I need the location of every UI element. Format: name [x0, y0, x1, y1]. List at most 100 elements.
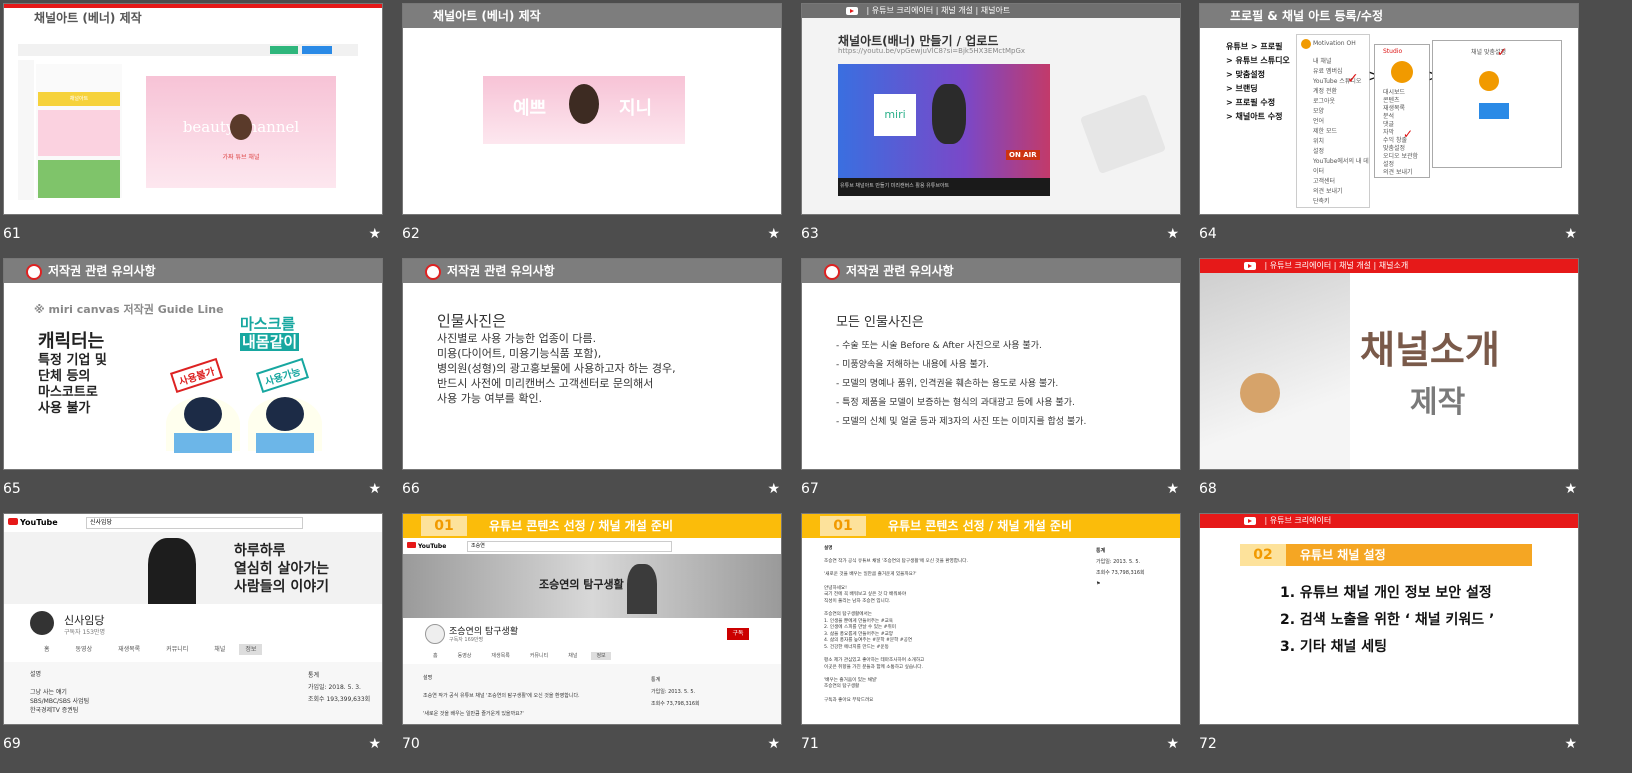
star-icon[interactable]: ★ — [1564, 226, 1577, 242]
subscriber-count: 구독자 169만명 — [449, 637, 484, 643]
star-icon[interactable]: ★ — [767, 736, 780, 752]
slide-number: 63 — [801, 226, 819, 242]
account-menu: Motivation OH 내 채널 유료 멤버십 YouTube 스튜디오 계정 전… — [1296, 34, 1370, 208]
slide-number: 61 — [3, 226, 21, 242]
slide-thumb-62[interactable]: 채널아트 (베너) 제작 예쁘 지니 62 ★ — [402, 3, 782, 243]
star-icon[interactable]: ★ — [1564, 736, 1577, 752]
slide-title: 저작권 관련 유의사항 — [846, 264, 954, 278]
slide-thumb-71[interactable]: 01 유튜브 콘텐츠 선정 / 채널 개설 준비 설명 조승연 작가 공식 유튜브… — [801, 513, 1181, 753]
title-bar: 저작권 관련 유의사항 — [4, 259, 382, 283]
template-panel: 채널아트 — [36, 64, 122, 198]
body-text: 인물사진은 사진별로 사용 가능한 업종이 다름. 미용(다이어트, 미용기능식… — [437, 312, 676, 405]
slide-title: 채널아트 (베너) 제작 — [403, 4, 781, 28]
studio-panel: Studio 대시보드 콘텐츠 재생목록 분석 댓글 자막 수익 창출 맞춤설정 오디오 보관함… — [1374, 44, 1430, 178]
slide-number: 69 — [3, 736, 21, 752]
slide-title: 채널소개 — [1360, 328, 1500, 372]
slide-thumb-68[interactable]: | 유튜브 크리에이터 | 채널 개설 | 채널소개 채널소개 제작 68 ★ — [1199, 258, 1579, 498]
stamp-allowed: 사용가능 — [255, 357, 309, 394]
section-bar: 02 유튜브 채널 설정 — [1240, 544, 1532, 566]
steps-list: 유튜브 > 프로필 > 유튜브 스튜디오 > 맞춤설정 > 브랜딩 > 프로필 수정 > … — [1226, 42, 1290, 121]
star-icon[interactable]: ★ — [368, 226, 381, 242]
mask-title: 마스크를마스크를내몸같이 — [240, 315, 300, 351]
slide-thumb-64[interactable]: 프로필 & 채널 아트 등록/수정 유튜브 > 프로필 > 유튜브 스튜디오 > 맞… — [1199, 3, 1579, 243]
slide-number: 62 — [402, 226, 420, 242]
slide-number: 70 — [402, 736, 420, 752]
subscribe-button[interactable]: 구독 — [727, 628, 749, 640]
slide-number: 68 — [1199, 481, 1217, 497]
star-icon[interactable]: ★ — [368, 481, 381, 497]
star-icon[interactable]: ★ — [368, 736, 381, 752]
header-bar: | 유튜브 크리에이터 | 채널 개설 | 채널아트 — [802, 4, 1180, 18]
description: 설명 조승연 작가 공식 유튜브 채널 '조승연의 탐구생활'에 오신 것을 환… — [423, 675, 580, 717]
canvas-banner[interactable]: beauty channel 가짜 튜브 채널 — [146, 76, 336, 188]
character-right — [248, 397, 322, 453]
youtube-logo: YouTube — [8, 518, 58, 527]
slide-title: 채널아트 (베너) 제작 — [4, 8, 382, 28]
video-player[interactable]: miri ON AIR 유튜브 채널아트 만들기 미리캔버스 활용 유튜브아트 — [838, 64, 1050, 196]
channel-tabs[interactable]: 홈 동영상 재생목록 커뮤니티 채널 정보 — [433, 652, 611, 660]
star-icon[interactable]: ★ — [1166, 481, 1179, 497]
flag-icon[interactable]: ⚑ — [1096, 579, 1145, 590]
desk-photo — [1200, 273, 1350, 469]
slide-thumb-72[interactable]: | 유튜브 크리에이터 02 유튜브 채널 설정 1. 유튜브 채널 개인 정보… — [1199, 513, 1579, 753]
channel-tabs[interactable]: 홈 동영상 재생목록 커뮤니티 채널 정보 — [44, 644, 263, 655]
title-bar: 저작권 관련 유의사항 — [403, 259, 781, 283]
slide-thumb-66[interactable]: 저작권 관련 유의사항 인물사진은 사진별로 사용 가능한 업종이 다름. 미용… — [402, 258, 782, 498]
slide-number: 72 — [1199, 736, 1217, 752]
slide-thumb-69[interactable]: YouTube 신사임당 하루하루 열심히 살아가는 사람들의 이야기 신사임당 구… — [3, 513, 383, 753]
hand-stop-icon — [425, 263, 441, 280]
check-icon: ✓ — [1497, 45, 1508, 59]
check-icon: ✓ — [1347, 71, 1359, 87]
subscriber-count: 구독자 153만명 — [64, 629, 105, 636]
slide-thumb-61[interactable]: 채널아트 (베너) 제작 채널아트 beauty channel 가짜 튜브 채… — [3, 3, 383, 243]
slide-thumb-63[interactable]: | 유튜브 크리에이터 | 채널 개설 | 채널아트 채널아트(배너) 만들기 … — [801, 3, 1181, 243]
slide-title: 저작권 관련 유의사항 — [447, 264, 555, 278]
rule-list: - 수술 또는 시술 Before & After 사진으로 사용 불가. - … — [836, 341, 1087, 427]
search-input[interactable]: 신사임당 — [86, 517, 303, 529]
youtube-logo: YouTube — [407, 542, 446, 550]
section-bar: 01 유튜브 콘텐츠 선정 / 채널 개설 준비 — [802, 514, 1180, 538]
guide-line: ※ miri canvas 저작권 Guide Line — [34, 303, 224, 316]
keyboard-photo — [1079, 93, 1167, 175]
header-bar: | 유튜브 크리에이터 | 채널 개설 | 채널소개 — [1200, 259, 1578, 273]
video-url[interactable]: https://youtu.be/vpGewjuVlC8?si=Bjk5HX3E… — [838, 47, 1025, 55]
search-input[interactable]: 조승연 — [467, 541, 672, 552]
hand-stop-icon — [26, 263, 42, 280]
channel-name: 신사임당 — [64, 614, 105, 627]
slide-title: 프로필 & 채널 아트 등록/수정 — [1200, 4, 1578, 28]
stamp-not-allowed: 사용불가 — [169, 357, 223, 394]
description: 설명 조승연 작가 공식 유튜브 채널 '조승연의 탐구생활'에 오신 것을 환… — [824, 546, 968, 703]
check-icon: ✓ — [1403, 127, 1414, 141]
header-bar: | 유튜브 크리에이터 — [1200, 514, 1578, 528]
title-bar: 저작권 관련 유의사항 — [802, 259, 1180, 283]
slide-thumb-70[interactable]: 01 유튜브 콘텐츠 선정 / 채널 개설 준비 YouTube 조승연 조승연의… — [402, 513, 782, 753]
slide-number: 67 — [801, 481, 819, 497]
slide-number: 71 — [801, 736, 819, 752]
avatar[interactable] — [425, 624, 445, 644]
channel-stats: 통계 가입일: 2013. 5. 5. 조회수 73,798,316회 — [651, 677, 700, 707]
youtube-icon — [846, 6, 858, 15]
youtube-icon — [1244, 261, 1256, 270]
channel-banner: 조승연의 탐구생활 — [403, 554, 781, 618]
slide-number: 65 — [3, 481, 21, 497]
youtube-icon — [1244, 516, 1256, 525]
star-icon[interactable]: ★ — [767, 226, 780, 242]
character-left — [166, 397, 240, 453]
star-icon[interactable]: ★ — [767, 481, 780, 497]
slide-number: 64 — [1199, 226, 1217, 242]
heading: 모든 인물사진은 — [836, 315, 924, 330]
section-bar: 01 유튜브 콘텐츠 선정 / 채널 개설 준비 — [403, 514, 781, 538]
slide-thumb-65[interactable]: 저작권 관련 유의사항 ※ miri canvas 저작권 Guide Line… — [3, 258, 383, 498]
channel-stats: 통계 가입일: 2018. 5. 3. 조회수 193,399,633회 — [308, 672, 371, 703]
star-icon[interactable]: ★ — [1166, 736, 1179, 752]
star-icon[interactable]: ★ — [1166, 226, 1179, 242]
editor-toolbar — [18, 44, 358, 56]
slide-number: 66 — [402, 481, 420, 497]
hand-stop-icon — [824, 263, 840, 280]
channel-stats: 통계 가입일: 2013. 5. 5. 조회수 73,798,316회 ⚑ — [1096, 546, 1145, 590]
star-icon[interactable]: ★ — [1564, 481, 1577, 497]
description: 설명 그냥 사는 얘기 SBS/MBC/SBS 사업팀 한국경제TV 증권팀 — [30, 671, 90, 714]
channel-banner: 하루하루 열심히 살아가는 사람들의 이야기 — [4, 532, 382, 604]
slide-thumb-67[interactable]: 저작권 관련 유의사항 모든 인물사진은 - 수술 또는 시술 Before &… — [801, 258, 1181, 498]
avatar[interactable] — [30, 611, 54, 635]
